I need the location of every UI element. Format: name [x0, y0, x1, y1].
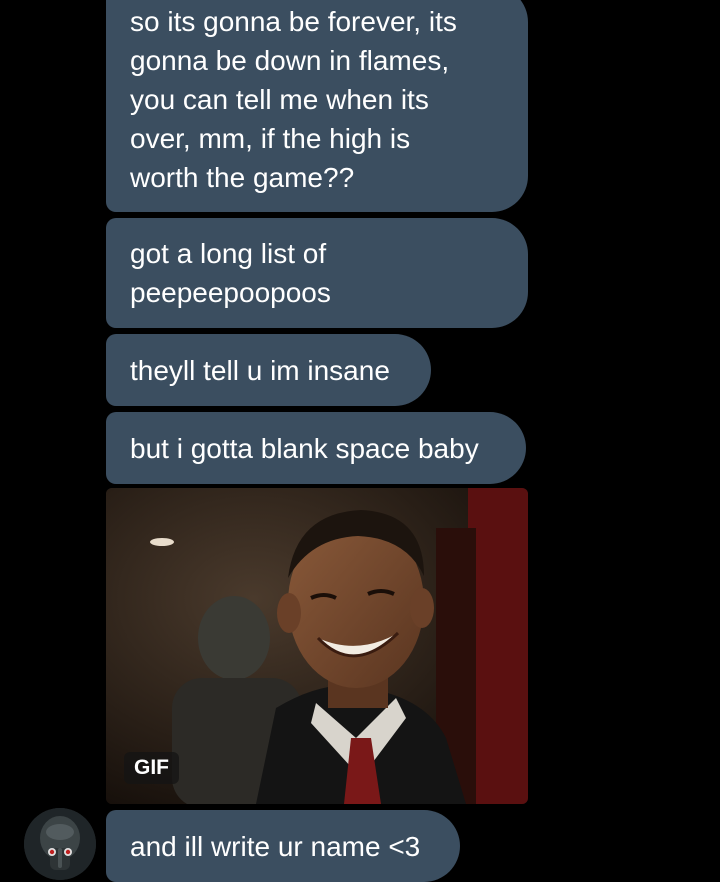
- message-text: but i gotta blank space baby: [130, 432, 479, 464]
- message-bubble[interactable]: so its gonna be forever, its gonna be do…: [106, 0, 528, 212]
- message-text: got a long list of peepeepoopoos: [130, 238, 331, 308]
- message-bubble[interactable]: got a long list of peepeepoopoos: [106, 218, 528, 328]
- message-text: so its gonna be forever, its gonna be do…: [130, 5, 457, 193]
- message-text: and ill write ur name <3: [130, 830, 421, 862]
- message-text: theyll tell u im insane: [130, 354, 390, 386]
- avatar-image: [24, 808, 96, 880]
- gif-badge: GIF: [124, 752, 179, 784]
- chat-thread: so its gonna be forever, its gonna be do…: [0, 0, 720, 882]
- message-bubble[interactable]: but i gotta blank space baby: [106, 412, 526, 484]
- squidward-avatar-icon[interactable]: [24, 808, 96, 880]
- message-bubble[interactable]: and ill write ur name <3: [106, 810, 460, 882]
- message-bubble[interactable]: theyll tell u im insane: [106, 334, 431, 406]
